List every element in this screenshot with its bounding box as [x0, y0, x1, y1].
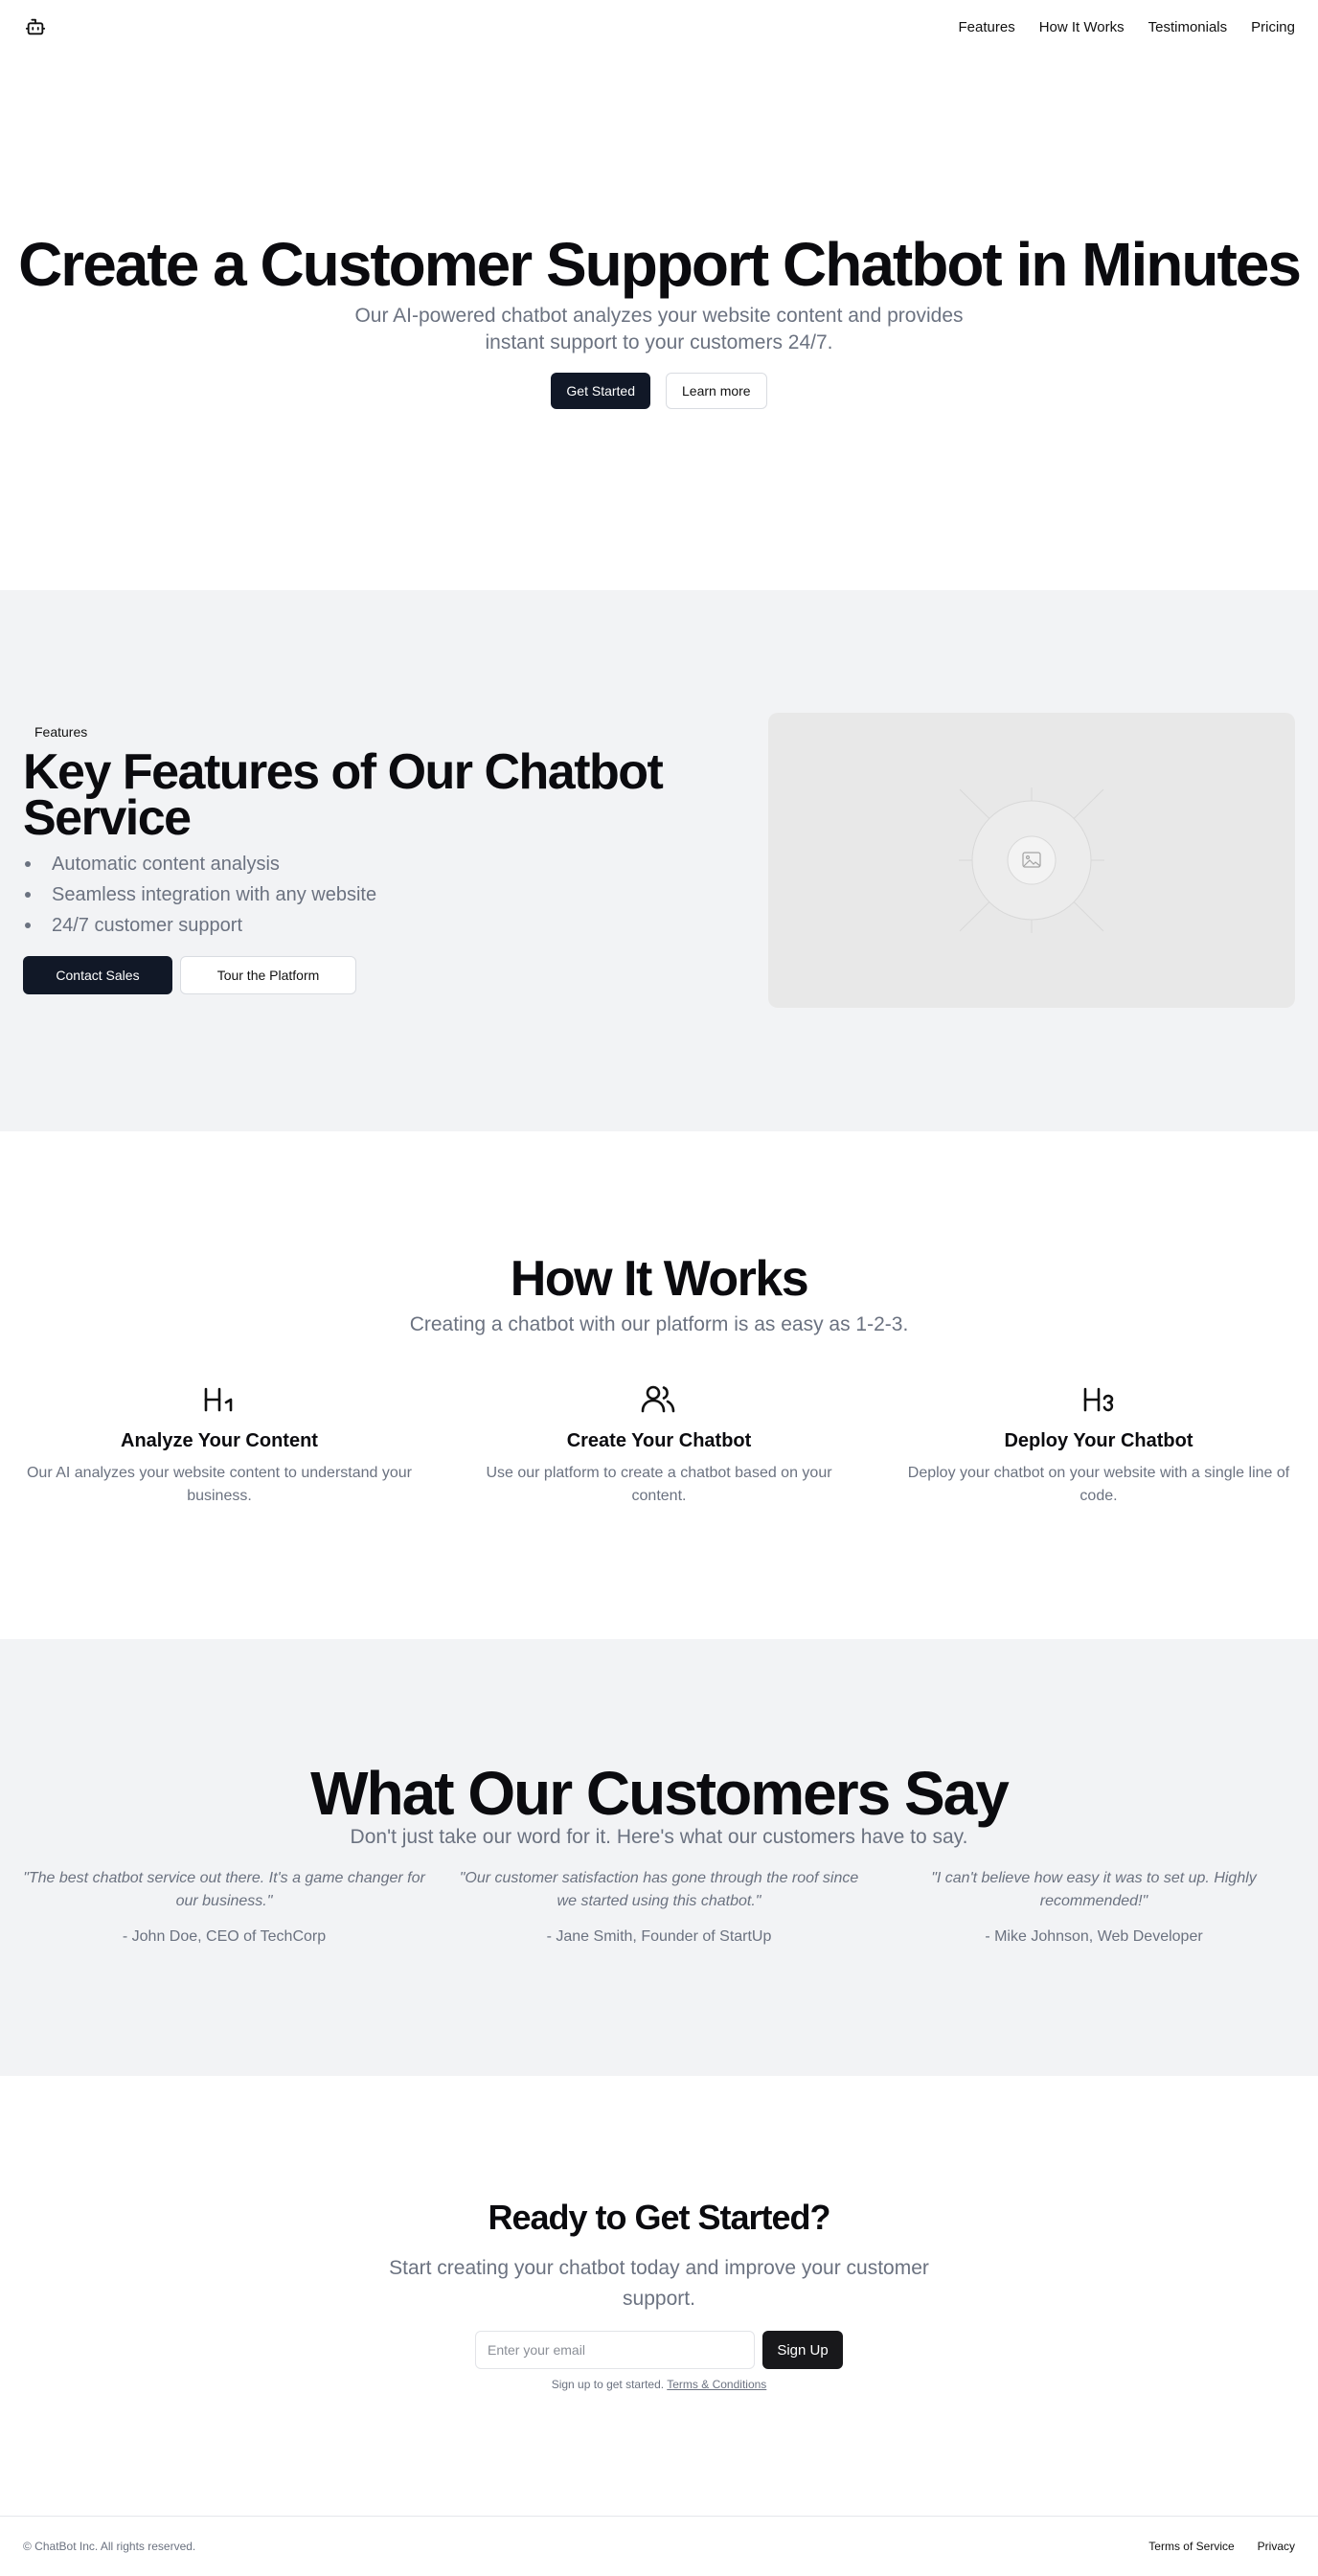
list-item: Seamless integration with any website — [23, 879, 713, 910]
terms-conditions-link[interactable]: Terms & Conditions — [667, 2378, 766, 2391]
step-card: Deploy Your Chatbot Deploy your chatbot … — [902, 1382, 1295, 1508]
testimonials-title: What Our Customers Say — [310, 1759, 1010, 1828]
testimonials-list: "The best chatbot service out there. It'… — [23, 1867, 1295, 1946]
nav-link-testimonials[interactable]: Testimonials — [1148, 19, 1228, 35]
image-placeholder-icon — [959, 787, 1104, 933]
features-list: Automatic content analysis Seamless inte… — [23, 849, 713, 941]
testimonial-quote: "The best chatbot service out there. It'… — [23, 1870, 425, 1909]
step-title: Create Your Chatbot — [566, 1430, 752, 1451]
step-text: Deploy your chatbot on your website with… — [907, 1465, 1290, 1504]
testimonial-card: "The best chatbot service out there. It'… — [23, 1867, 425, 1946]
how-title: How It Works — [510, 1251, 809, 1307]
users-icon — [641, 1382, 677, 1417]
get-started-button[interactable]: Get Started — [551, 372, 650, 409]
testimonial-card: "Our customer satisfaction has gone thro… — [458, 1867, 860, 1946]
step-title: Analyze Your Content — [121, 1430, 318, 1451]
contact-sales-button[interactable]: Contact Sales — [23, 956, 172, 994]
signup-form: Sign Up — [475, 2331, 843, 2369]
features-section: Features Key Features of Our Chatbot Ser… — [0, 590, 1318, 1131]
main-nav: Features How It Works Testimonials Prici… — [959, 19, 1296, 35]
testimonial-author: - Jane Smith, Founder of StartUp — [546, 1928, 772, 1945]
footer-links: Terms of Service Privacy — [1148, 2540, 1295, 2553]
testimonial-quote: "I can't believe how easy it was to set … — [931, 1870, 1257, 1909]
heading-1-icon — [202, 1382, 237, 1417]
features-title: Key Features of Our Chatbot Service — [23, 744, 664, 846]
hero-subtitle: Our AI-powered chatbot analyzes your web… — [354, 305, 964, 354]
learn-more-button[interactable]: Learn more — [666, 372, 767, 409]
testimonial-author: - Mike Johnson, Web Developer — [985, 1928, 1203, 1945]
heading-3-icon — [1081, 1382, 1116, 1417]
features-content: Features Key Features of Our Chatbot Ser… — [23, 720, 713, 994]
step-card: Analyze Your Content Our AI analyzes you… — [23, 1382, 416, 1508]
testimonial-card: "I can't believe how easy it was to set … — [893, 1867, 1295, 1946]
step-title: Deploy Your Chatbot — [1004, 1430, 1193, 1451]
sign-up-button[interactable]: Sign Up — [762, 2331, 843, 2369]
features-image-placeholder — [768, 713, 1295, 1008]
cta-section: Ready to Get Started? Start creating you… — [0, 2076, 1318, 2517]
features-badge: Features — [34, 724, 88, 740]
signup-legal: Sign up to get started. Terms & Conditio… — [0, 2378, 1318, 2391]
how-subtitle: Creating a chatbot with our platform is … — [409, 1313, 909, 1335]
step-text: Use our platform to create a chatbot bas… — [486, 1465, 832, 1504]
hero-section: Create a Customer Support Chatbot in Min… — [0, 54, 1318, 590]
features-actions: Contact Sales Tour the Platform — [23, 956, 713, 994]
legal-text: Sign up to get started. — [551, 2378, 665, 2391]
steps-list: Analyze Your Content Our AI analyzes you… — [23, 1382, 1295, 1508]
bot-icon[interactable] — [23, 14, 48, 39]
copyright-text: © ChatBot Inc. All rights reserved. — [23, 2540, 196, 2553]
hero-actions: Get Started Learn more — [551, 372, 767, 409]
list-item: 24/7 customer support — [23, 910, 713, 941]
testimonials-subtitle: Don't just take our word for it. Here's … — [350, 1826, 968, 1848]
testimonials-section: What Our Customers Say Don't just take o… — [0, 1639, 1318, 2076]
list-item: Automatic content analysis — [23, 849, 713, 879]
site-footer: © ChatBot Inc. All rights reserved. Term… — [0, 2516, 1318, 2576]
cta-title: Ready to Get Started? — [488, 2198, 830, 2237]
site-header: Features How It Works Testimonials Prici… — [0, 0, 1318, 54]
tour-platform-button[interactable]: Tour the Platform — [180, 956, 356, 994]
step-text: Our AI analyzes your website content to … — [26, 1465, 412, 1504]
cta-subtitle: Start creating your chatbot today and im… — [389, 2257, 929, 2310]
email-field[interactable] — [475, 2331, 755, 2369]
how-it-works-section: How It Works Creating a chatbot with our… — [0, 1131, 1318, 1639]
hero-title: Create a Customer Support Chatbot in Min… — [18, 230, 1302, 299]
nav-link-pricing[interactable]: Pricing — [1251, 19, 1295, 35]
testimonial-author: - John Doe, CEO of TechCorp — [122, 1928, 327, 1945]
terms-of-service-link[interactable]: Terms of Service — [1148, 2540, 1234, 2553]
testimonial-quote: "Our customer satisfaction has gone thro… — [459, 1870, 859, 1909]
privacy-link[interactable]: Privacy — [1258, 2540, 1295, 2553]
nav-link-how-it-works[interactable]: How It Works — [1039, 19, 1125, 35]
nav-link-features[interactable]: Features — [959, 19, 1015, 35]
step-card: Create Your Chatbot Use our platform to … — [463, 1382, 855, 1508]
